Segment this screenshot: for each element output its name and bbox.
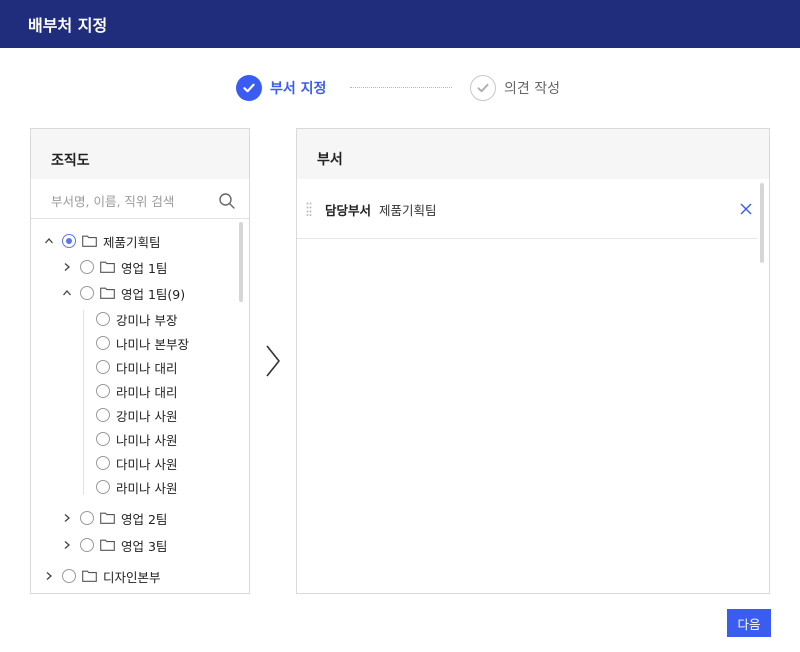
tree-node-label: 라미나 대리	[116, 384, 178, 400]
tree-folder-node[interactable]: 영업 1팀(9)	[62, 282, 185, 304]
tree-folder-node[interactable]: 디자인본부	[44, 565, 161, 587]
tree-node-label: 다미나 대리	[116, 360, 178, 376]
radio-button[interactable]	[96, 384, 110, 398]
org-tree-scrollbar[interactable]	[239, 222, 243, 302]
drag-handle-icon[interactable]	[306, 202, 312, 216]
chevron-right-icon[interactable]	[44, 571, 54, 581]
radio-button[interactable]	[80, 511, 94, 525]
department-scrollbar[interactable]	[760, 183, 764, 263]
dialog-title: 배부처 지정	[28, 16, 108, 35]
department-panel: 부서 담당부서 제품기획팀	[296, 128, 770, 594]
radio-button[interactable]	[80, 260, 94, 274]
radio-button[interactable]	[62, 569, 76, 583]
tree-member-node[interactable]: 다미나 대리	[96, 356, 177, 378]
tree-node-label: 영업 1팀	[121, 260, 168, 276]
radio-button[interactable]	[80, 286, 94, 300]
org-chart-header: 조직도	[31, 129, 249, 179]
assignment-type: 담당부서	[325, 203, 372, 218]
dialog-header: 배부처 지정	[0, 0, 800, 48]
tree-node-label: 영업 1팀(9)	[121, 286, 186, 302]
radio-button[interactable]	[96, 408, 110, 422]
chevron-up-icon[interactable]	[62, 288, 72, 298]
step-label: 부서 지정	[270, 81, 327, 97]
chevron-right-icon[interactable]	[62, 540, 72, 550]
tree-folder-node[interactable]: 제품기획팀	[44, 230, 161, 252]
department-title: 부서	[317, 152, 343, 168]
tree-member-node[interactable]: 나미나 사원	[96, 428, 177, 450]
chevron-up-icon[interactable]	[44, 236, 54, 246]
radio-button[interactable]	[96, 456, 110, 470]
assignment-name: 제품기획팀	[379, 203, 437, 218]
radio-button[interactable]	[96, 432, 110, 446]
org-chart-title: 조직도	[51, 153, 90, 169]
stepper: 부서 지정 의견 작성	[0, 74, 800, 102]
tree-member-node[interactable]: 강미나 사원	[96, 404, 177, 426]
radio-button[interactable]	[96, 360, 110, 374]
tree-folder-node[interactable]: 영업 3팀	[62, 534, 167, 556]
tree-node-label: 나미나 사원	[116, 432, 178, 448]
step-connector	[350, 87, 452, 88]
next-button[interactable]: 다음	[727, 609, 771, 637]
tree-member-node[interactable]: 나미나 본부장	[96, 332, 189, 354]
tree-node-label: 다미나 사원	[116, 456, 178, 472]
check-icon	[236, 75, 262, 101]
org-search	[31, 183, 249, 219]
radio-button[interactable]	[96, 312, 110, 326]
tree-member-node[interactable]: 다미나 사원	[96, 452, 177, 474]
tree-folder-node[interactable]: 영업 2팀	[62, 507, 167, 529]
folder-icon	[82, 235, 97, 247]
tree-member-node[interactable]: 라미나 대리	[96, 380, 177, 402]
chevron-right-icon[interactable]	[62, 262, 72, 272]
chevron-right-icon[interactable]	[62, 513, 72, 523]
radio-button[interactable]	[62, 234, 76, 248]
tree-guide-line	[83, 310, 84, 495]
step-select-department[interactable]: 부서 지정	[236, 74, 326, 102]
folder-icon	[100, 287, 115, 299]
radio-button[interactable]	[80, 538, 94, 552]
tree-node-label: 영업 3팀	[121, 538, 168, 554]
step-label: 의견 작성	[504, 81, 560, 97]
tree-node-label: 나미나 본부장	[116, 336, 189, 352]
search-input[interactable]	[51, 191, 211, 211]
folder-icon	[100, 512, 115, 524]
tree-member-node[interactable]: 강미나 부장	[96, 308, 177, 330]
tree-node-label: 디자인본부	[103, 569, 161, 585]
tree-node-label: 강미나 사원	[116, 408, 178, 424]
folder-icon	[82, 570, 97, 582]
tree-node-label: 제품기획팀	[103, 234, 161, 250]
tree-node-label: 강미나 부장	[116, 312, 178, 328]
tree-member-node[interactable]: 라미나 사원	[96, 476, 177, 498]
tree-node-label: 영업 2팀	[121, 511, 168, 527]
list-item: 담당부서 제품기획팀	[297, 179, 757, 239]
folder-icon	[100, 261, 115, 273]
tree-folder-node[interactable]: 영업 1팀	[62, 256, 167, 278]
close-icon[interactable]	[739, 202, 753, 216]
department-header: 부서	[297, 129, 769, 179]
chevron-right-icon[interactable]	[262, 344, 284, 378]
check-icon	[470, 75, 496, 101]
radio-button[interactable]	[96, 336, 110, 350]
folder-icon	[100, 539, 115, 551]
step-write-opinion[interactable]: 의견 작성	[470, 74, 560, 102]
tree-node-label: 라미나 사원	[116, 480, 178, 496]
radio-button[interactable]	[96, 480, 110, 494]
search-icon[interactable]	[218, 192, 236, 210]
